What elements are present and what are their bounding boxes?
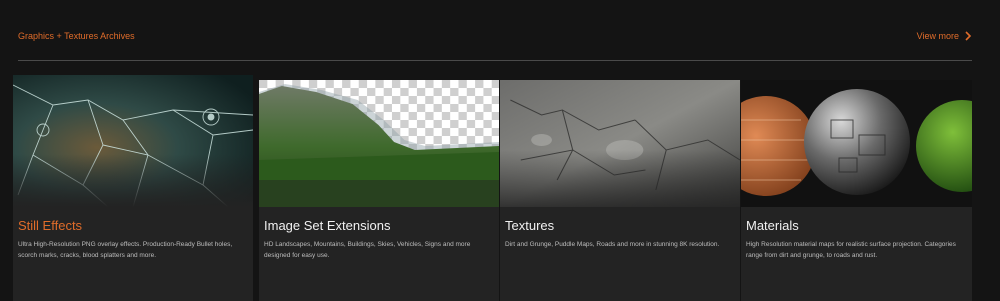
cracked-concrete-image (500, 80, 740, 207)
archive-cards: Still Effects Ultra High-Resolution PNG … (13, 75, 975, 301)
card-description: Ultra High-Resolution PNG overlay effect… (18, 241, 233, 259)
view-more-link[interactable]: View more (917, 31, 972, 41)
section-title: Graphics + Textures Archives (18, 31, 135, 41)
section-header: Graphics + Textures Archives View more (18, 30, 972, 61)
card-title: Textures (505, 218, 555, 233)
broken-glass-image (13, 75, 253, 207)
card-image-set-extensions[interactable]: Image Set Extensions HD Landscapes, Moun… (259, 80, 499, 301)
card-description: HD Landscapes, Mountains, Buildings, Ski… (264, 241, 471, 259)
card-title: Materials (746, 218, 799, 233)
card-description: Dirt and Grunge, Puddle Maps, Roads and … (505, 241, 720, 248)
card-materials[interactable]: Materials High Resolution material maps … (741, 80, 972, 301)
view-more-label: View more (916, 31, 959, 41)
card-textures[interactable]: Textures Dirt and Grunge, Puddle Maps, R… (500, 80, 740, 301)
mountain-cutout-image (259, 80, 499, 207)
card-title: Still Effects (18, 218, 83, 233)
card-still-effects[interactable]: Still Effects Ultra High-Resolution PNG … (13, 75, 253, 301)
material-spheres-image (741, 80, 972, 207)
card-title: Image Set Extensions (264, 218, 391, 233)
chevron-right-icon (965, 31, 972, 41)
card-description: High Resolution material maps for realis… (746, 241, 956, 259)
